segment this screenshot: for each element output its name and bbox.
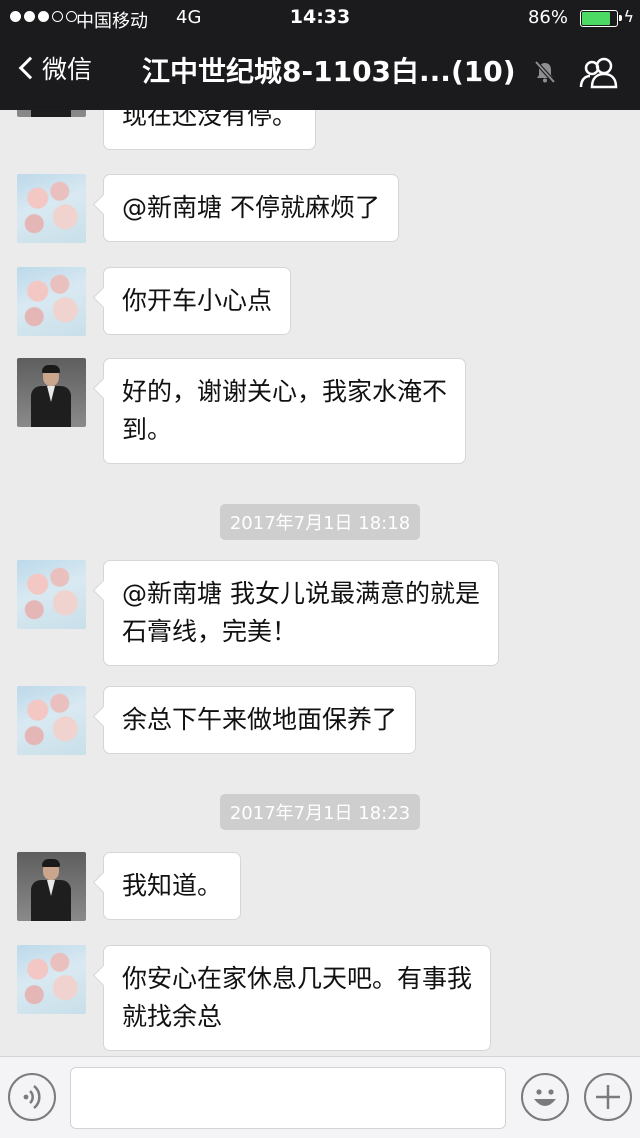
voice-icon (23, 1085, 41, 1109)
avatar[interactable] (17, 945, 86, 1014)
chat-area[interactable]: 现在还没有停。 @新南塘 不停就麻烦了 你开车小心点 好的，谢谢关心，我家水淹不… (0, 110, 640, 1056)
message-bubble[interactable]: 我知道。 (103, 852, 242, 920)
voice-button[interactable] (8, 1073, 56, 1121)
message-text-line: 就找余总 (122, 1002, 223, 1031)
avatar[interactable] (17, 686, 86, 755)
message-text-line: @新南塘 我女儿说最满意的就是 (122, 579, 480, 608)
group-members-icon[interactable] (578, 56, 620, 90)
message-bubble[interactable]: @新南塘 我女儿说最满意的就是 石膏线，完美！ (103, 560, 499, 666)
avatar[interactable] (17, 852, 86, 921)
message-bubble[interactable]: 现在还没有停。 (103, 110, 317, 150)
charging-icon: ϟ (623, 7, 634, 26)
back-label: 微信 (42, 55, 93, 84)
chevron-left-icon (18, 56, 42, 80)
plus-icon (596, 1085, 620, 1109)
message-text-line: 你安心在家休息几天吧。有事我 (122, 964, 473, 993)
message-text: 我知道。 (122, 871, 223, 900)
more-button[interactable] (584, 1073, 632, 1121)
avatar[interactable] (17, 267, 86, 336)
message-text-line: 石膏线，完美！ (122, 617, 298, 646)
avatar[interactable] (17, 358, 86, 427)
chat-title: 江中世纪城8-1103白...(10) (142, 55, 516, 88)
message-input[interactable] (70, 1067, 506, 1129)
message-text: 余总下午来做地面保养了 (122, 705, 398, 734)
emoji-icon (534, 1089, 556, 1106)
battery-percent: 86% (527, 7, 568, 28)
message-text: 现在还没有停。 (122, 110, 298, 130)
bell-muted-icon (534, 60, 556, 84)
back-button[interactable]: 微信 (14, 50, 92, 86)
message-bubble[interactable]: 余总下午来做地面保养了 (103, 686, 417, 754)
timestamp: 2017年7月1日 18:18 (0, 504, 640, 540)
avatar[interactable] (17, 560, 86, 629)
timestamp: 2017年7月1日 18:23 (0, 794, 640, 830)
message-text: 你开车小心点 (122, 286, 273, 315)
message-bubble[interactable]: 你安心在家休息几天吧。有事我 就找余总 (103, 945, 492, 1051)
message-text: @新南塘 不停就麻烦了 (122, 193, 380, 222)
message-bubble[interactable]: 好的，谢谢关心，我家水淹不 到。 (103, 358, 467, 464)
message-text-line: 好的，谢谢关心，我家水淹不 (122, 377, 448, 406)
battery-icon (580, 10, 622, 27)
top-bar: 中国移动 4G 14:33 86% ϟ 微信 江中世纪城8-1103白...(1… (0, 0, 640, 110)
message-bubble[interactable]: @新南塘 不停就麻烦了 (103, 174, 399, 242)
input-bar (0, 1056, 640, 1138)
avatar[interactable] (17, 174, 86, 243)
emoji-button[interactable] (521, 1073, 569, 1121)
avatar[interactable] (17, 110, 86, 117)
status-bar: 中国移动 4G 14:33 86% ϟ (0, 0, 640, 36)
message-text-line: 到。 (122, 415, 173, 444)
message-bubble[interactable]: 你开车小心点 (103, 267, 292, 335)
nav-bar: 微信 江中世纪城8-1103白...(10) (0, 36, 640, 110)
